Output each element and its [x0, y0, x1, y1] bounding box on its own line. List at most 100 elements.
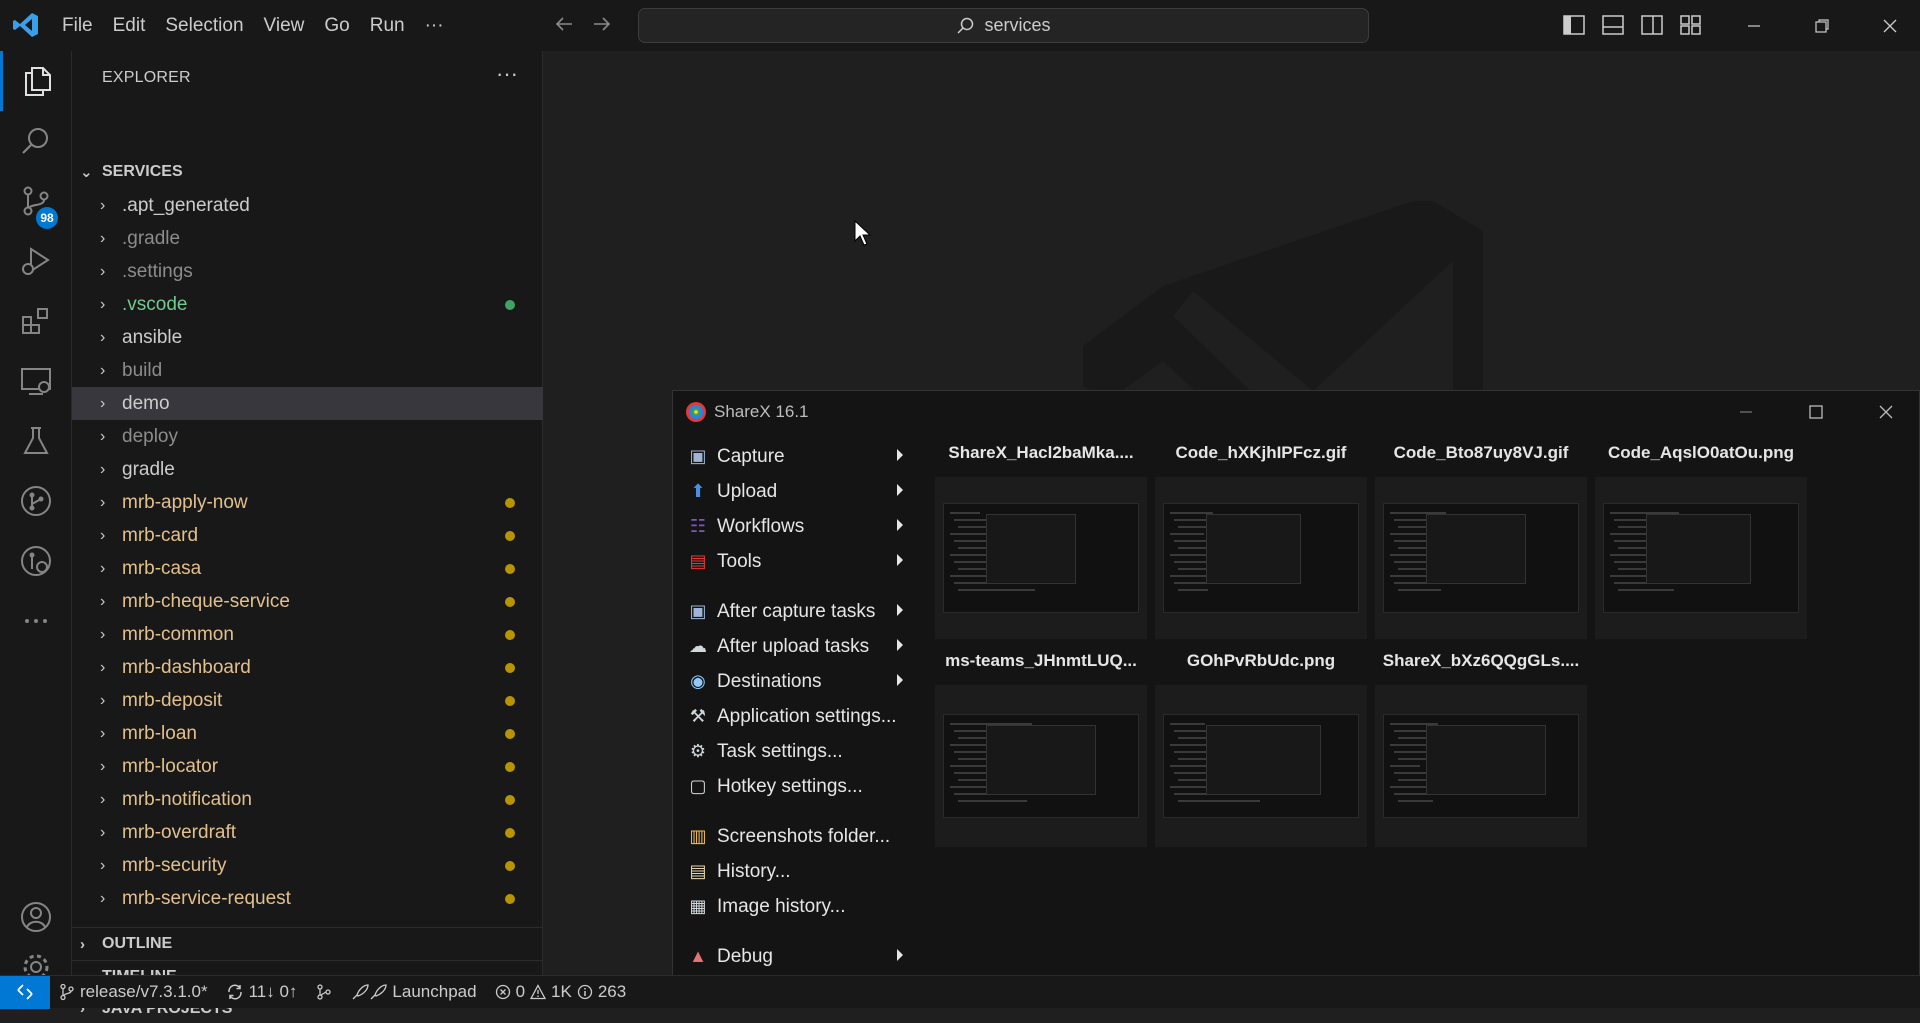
tree-item[interactable]: › .apt_generated: [72, 189, 543, 222]
sharex-maximize-button[interactable]: [1781, 391, 1851, 433]
sharex-menu-item[interactable]: ▤ Tools: [673, 544, 923, 579]
tree-item[interactable]: › .vscode: [72, 288, 543, 321]
command-center-search[interactable]: services: [638, 8, 1369, 43]
sharex-menu-item[interactable]: ▦ Image history...: [673, 889, 923, 924]
restore-button[interactable]: [1788, 0, 1856, 51]
run-debug-icon: [22, 247, 50, 275]
tree-item[interactable]: › mrb-overdraft: [72, 816, 543, 849]
sharex-thumbnail[interactable]: ms-teams_JHnmtLUQ...: [935, 651, 1147, 847]
sharex-thumbnail[interactable]: Code_hXKjhIPFcz.gif: [1155, 443, 1367, 639]
tree-item[interactable]: › mrb-deposit: [72, 684, 543, 717]
sharex-thumbnail[interactable]: Code_AqslO0atOu.png: [1595, 443, 1807, 639]
tree-item[interactable]: › gradle: [72, 453, 543, 486]
tree-item[interactable]: › .settings: [72, 255, 543, 288]
chevron-right-icon: ›: [100, 460, 106, 478]
remote-explorer-activity[interactable]: [0, 351, 72, 411]
close-button[interactable]: [1856, 0, 1920, 51]
toggle-panel-icon[interactable]: [1601, 14, 1625, 36]
gitlens-activity[interactable]: [0, 531, 72, 591]
tree-item[interactable]: › mrb-apply-now: [72, 486, 543, 519]
tree-item[interactable]: › mrb-locator: [72, 750, 543, 783]
thumbnail-image: [1155, 477, 1367, 639]
maximize-icon: [1809, 405, 1823, 419]
explorer-activity[interactable]: [0, 51, 72, 111]
tree-item[interactable]: › demo: [72, 387, 543, 420]
sharex-menu-item[interactable]: ▲ Debug: [673, 939, 923, 974]
menu-file[interactable]: File: [52, 0, 103, 51]
branch-indicator[interactable]: release/v7.3.1.0*: [50, 982, 217, 1002]
testing-activity[interactable]: [0, 411, 72, 471]
back-arrow-icon[interactable]: [552, 12, 576, 36]
sharex-thumbnail[interactable]: GOhPvRbUdc.png: [1155, 651, 1367, 847]
minimize-button[interactable]: [1720, 0, 1788, 51]
menu-selection[interactable]: Selection: [155, 0, 253, 51]
sharex-menu-item[interactable]: ⚙ Task settings...: [673, 734, 923, 769]
sharex-menu-item[interactable]: ⚒ Application settings...: [673, 699, 923, 734]
sync-indicator[interactable]: 11↓ 0↑: [217, 982, 307, 1002]
git-graph-activity[interactable]: [0, 471, 72, 531]
sharex-thumbnail[interactable]: ShareX_Hacl2baMka....: [935, 443, 1147, 639]
explorer-more-icon[interactable]: ···: [496, 61, 518, 87]
git-status-dot: [505, 894, 515, 904]
tree-item[interactable]: › mrb-common: [72, 618, 543, 651]
tree-item[interactable]: › mrb-casa: [72, 552, 543, 585]
tree-item[interactable]: › mrb-service-request: [72, 882, 543, 915]
tree-item[interactable]: › mrb-card: [72, 519, 543, 552]
run-debug-activity[interactable]: [0, 231, 72, 291]
sharex-menu-item[interactable]: ⬆ Upload: [673, 474, 923, 509]
tree-item[interactable]: › .gradle: [72, 222, 543, 255]
menu-run[interactable]: Run: [360, 0, 415, 51]
tree-item[interactable]: › mrb-cheque-service: [72, 585, 543, 618]
extensions-activity[interactable]: [0, 291, 72, 351]
sharex-close-button[interactable]: [1851, 391, 1920, 433]
sharex-thumbnail[interactable]: Code_Bto87uy8VJ.gif: [1375, 443, 1587, 639]
sharex-menu-item[interactable]: ▣ After capture tasks: [673, 594, 923, 629]
search-activity[interactable]: [0, 111, 72, 171]
minimize-icon: [1740, 411, 1752, 413]
menu-view[interactable]: View: [254, 0, 315, 51]
menu-more[interactable]: ···: [415, 0, 454, 51]
remote-indicator[interactable]: [0, 975, 50, 1009]
tools-icon: ▤: [689, 551, 707, 571]
menu-edit[interactable]: Edit: [103, 0, 156, 51]
graph-indicator[interactable]: [306, 983, 342, 1001]
forward-arrow-icon[interactable]: [590, 12, 614, 36]
tree-item[interactable]: › mrb-notification: [72, 783, 543, 816]
sharex-menu-item[interactable]: ▤ History...: [673, 854, 923, 889]
activity-bar: 98: [0, 51, 72, 980]
chevron-down-icon: ⌄: [80, 163, 93, 181]
screenshot-preview: [1603, 503, 1799, 613]
tree-item[interactable]: › mrb-dashboard: [72, 651, 543, 684]
sharex-menu-item[interactable]: ◉ Destinations: [673, 664, 923, 699]
git-status-dot: [505, 498, 515, 508]
source-control-activity[interactable]: 98: [0, 171, 72, 231]
sharex-menu-item[interactable]: ☁ After upload tasks: [673, 629, 923, 664]
customize-layout-icon[interactable]: [1679, 14, 1703, 36]
sharex-menu-item[interactable]: ▣ Capture: [673, 439, 923, 474]
tree-item[interactable]: › build: [72, 354, 543, 387]
thumbnail-filename: ShareX_Hacl2baMka....: [948, 443, 1134, 462]
toggle-primary-sidebar-icon[interactable]: [1562, 14, 1586, 36]
outline-section[interactable]: › OUTLINE: [72, 927, 543, 960]
task-settings-icon: ⚙: [689, 741, 707, 761]
sharex-main-menu: ▣ Capture ⬆ Upload ☷ Workflows ▤ Tools ▣ After ca…: [673, 439, 923, 1009]
explorer-title: EXPLORER: [102, 69, 191, 86]
sharex-menu-item[interactable]: ▥ Screenshots folder...: [673, 819, 923, 854]
toggle-secondary-sidebar-icon[interactable]: [1640, 14, 1664, 36]
sharex-menu-item[interactable]: ▢ Hotkey settings...: [673, 769, 923, 804]
tree-item[interactable]: › ansible: [72, 321, 543, 354]
more-activity[interactable]: [0, 591, 72, 651]
chevron-right-icon: ›: [100, 262, 106, 280]
menu-go[interactable]: Go: [314, 0, 359, 51]
problems-indicator[interactable]: 0 1K 263: [486, 982, 636, 1002]
launchpad-indicator[interactable]: Launchpad: [342, 982, 485, 1002]
sharex-thumbnail[interactable]: ShareX_bXz6QQgGLs....: [1375, 651, 1587, 847]
tree-item[interactable]: › mrb-loan: [72, 717, 543, 750]
services-folder-header[interactable]: ⌄ SERVICES: [72, 155, 543, 188]
sharex-menu-item[interactable]: ☷ Workflows: [673, 509, 923, 544]
sharex-menu-label: Hotkey settings...: [717, 775, 863, 797]
tree-item[interactable]: › deploy: [72, 420, 543, 453]
git-status-dot: [505, 300, 515, 310]
sharex-minimize-button[interactable]: [1711, 391, 1781, 433]
tree-item[interactable]: › mrb-security: [72, 849, 543, 882]
